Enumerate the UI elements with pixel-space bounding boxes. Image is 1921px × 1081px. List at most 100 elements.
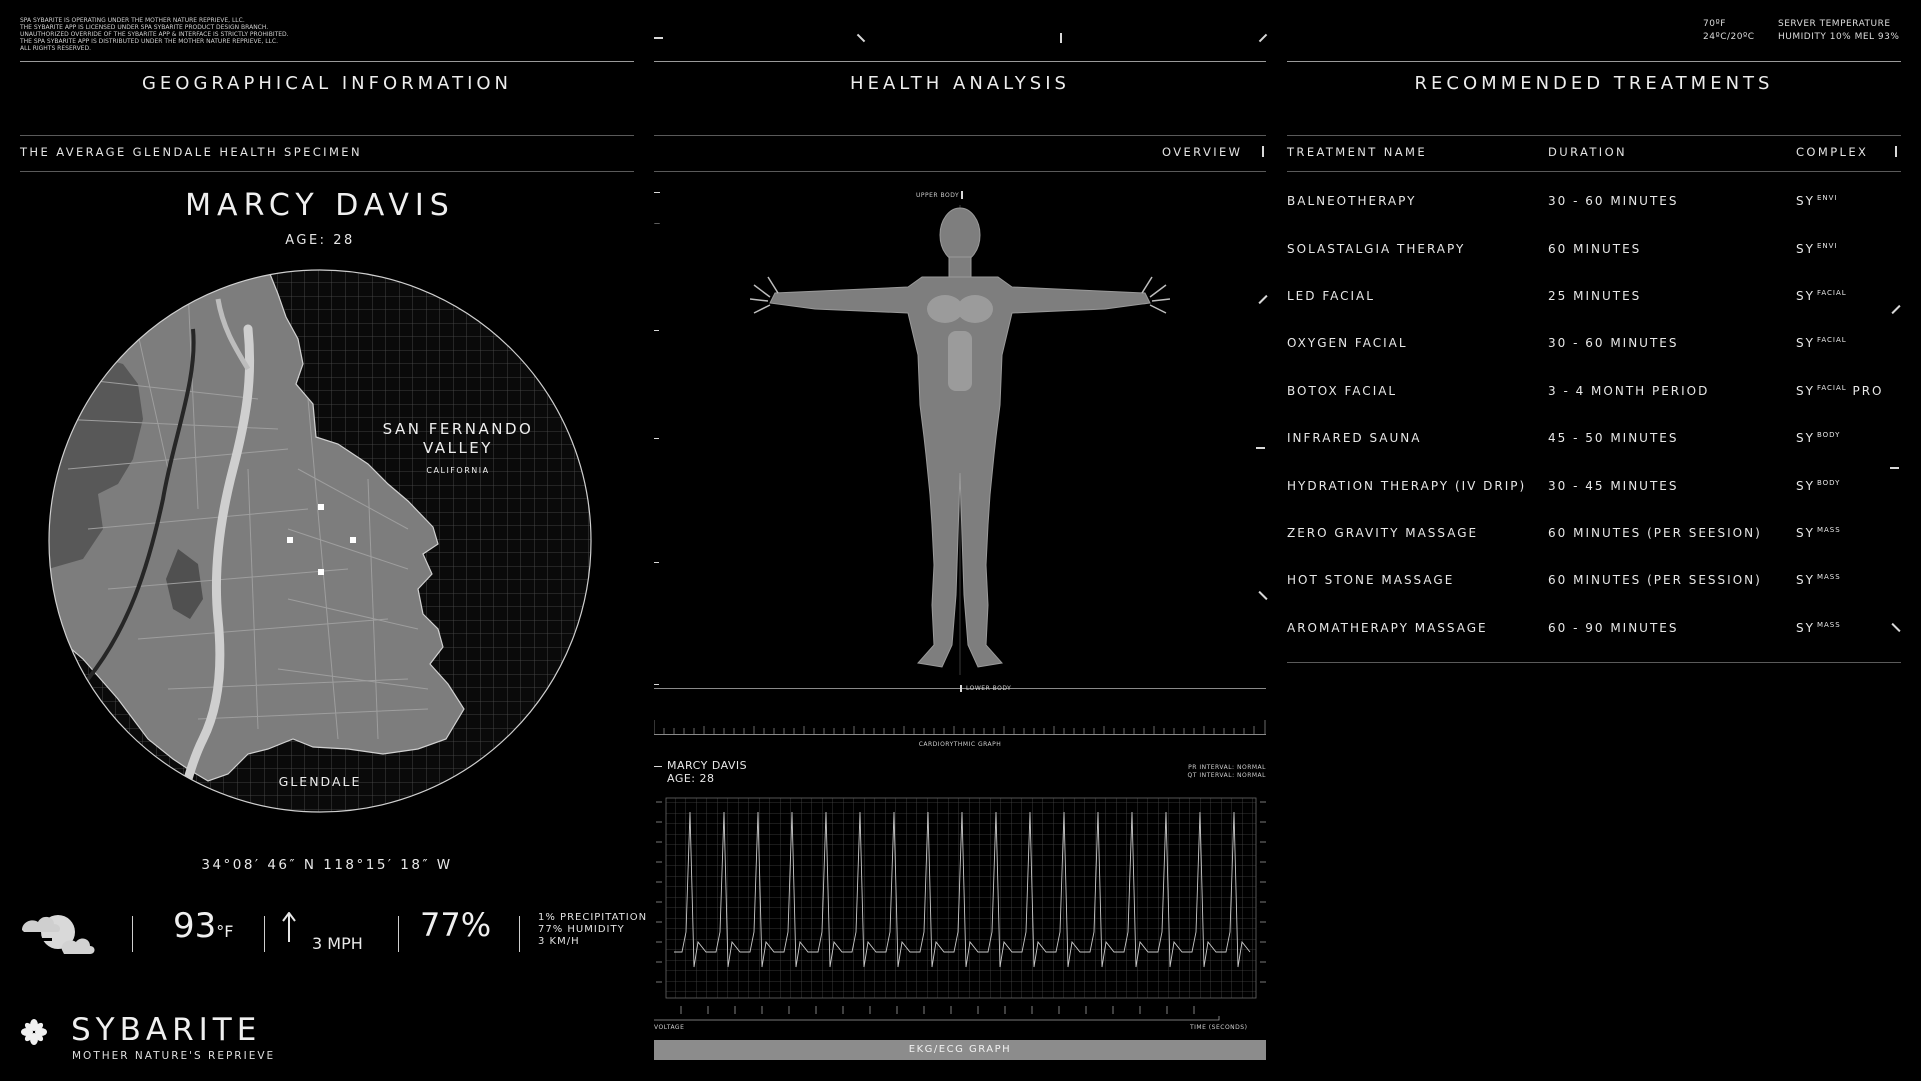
divider [1287, 61, 1901, 62]
treatment-duration: 60 MINUTES (PER SESSION) [1548, 573, 1762, 587]
divider [132, 916, 133, 952]
location-marker[interactable] [318, 569, 324, 575]
wind-arrow-icon [282, 912, 296, 942]
treatment-name: HOT STONE MASSAGE [1287, 573, 1455, 587]
divider [20, 135, 634, 136]
treatment-row[interactable]: AROMATHERAPY MASSAGE 60 - 90 MINUTES SY M… [1287, 621, 1907, 641]
side-tick [1258, 294, 1268, 305]
complex-sup: MASS [1816, 526, 1841, 534]
treatment-name: LED FACIAL [1287, 289, 1375, 303]
region-state: CALIFORNIA [426, 466, 490, 475]
treatment-row[interactable]: ZERO GRAVITY MASSAGE 60 MINUTES (PER SEE… [1287, 526, 1907, 546]
temperature-number: 93 [173, 906, 217, 946]
complex-sup: ENVI [1816, 194, 1838, 202]
complex-sup: FACIAL [1816, 384, 1847, 392]
server-status: SERVER TEMPERATURE HUMIDITY 10% MEL 93% [1778, 18, 1899, 44]
complex-sup: BODY [1816, 431, 1841, 439]
complex-code: SY [1796, 384, 1815, 398]
label-tick [961, 191, 963, 199]
label-tick [654, 766, 662, 767]
treatment-row[interactable]: BOTOX FACIAL 3 - 4 MONTH PERIOD SY FACIAL… [1287, 384, 1907, 404]
treatment-complex: SY FACIAL PRO [1796, 384, 1884, 398]
location-marker[interactable] [318, 504, 324, 510]
city-label: GLENDALE [278, 774, 362, 789]
treatment-complex: SY BODY [1796, 479, 1840, 493]
treatment-row[interactable]: OXYGEN FACIAL 30 - 60 MINUTES SY FACIAL [1287, 336, 1907, 356]
ruler-tick [654, 438, 659, 439]
ruler-tick [654, 192, 660, 193]
sybarite-logo-icon [21, 1019, 47, 1045]
location-marker[interactable] [350, 537, 356, 543]
treatment-complex: SY MASS [1796, 526, 1841, 540]
treatment-name: OXYGEN FACIAL [1287, 336, 1408, 350]
server-temp-c: 24ºC/20ºC [1703, 32, 1755, 42]
brand-name: SYBARITE [71, 1012, 262, 1048]
treatment-name: SOLASTALGIA THERAPY [1287, 242, 1466, 256]
partly-cloudy-icon [22, 915, 95, 954]
treatment-complex: SY MASS [1796, 573, 1841, 587]
body-figure[interactable] [750, 205, 1170, 675]
legal-notice: SPA SYBARITE IS OPERATING UNDER THE MOTH… [20, 17, 360, 52]
complex-code: SY [1796, 289, 1815, 303]
upper-body-label: UPPER BODY [916, 192, 960, 199]
treatment-row[interactable]: HYDRATION THERAPY (IV DRIP) 30 - 45 MINU… [1287, 479, 1907, 499]
location-marker[interactable] [287, 537, 293, 543]
wind-kmh: 3 KM/H [538, 936, 580, 947]
coordinates: 34°08′ 46″ N 118°15′ 18″ W [201, 857, 453, 873]
divider [654, 61, 1266, 62]
treatment-complex: SY FACIAL [1796, 336, 1847, 350]
side-tick [1890, 467, 1899, 469]
header-tick [1258, 33, 1268, 43]
ecg-patient-name: MARCY DAVIS [667, 759, 748, 772]
complex-code: SY [1796, 242, 1815, 256]
section-title-treatments: RECOMMENDED TREATMENTS [1414, 73, 1774, 94]
humidity-detail: 77% HUMIDITY [538, 924, 625, 935]
precipitation: 1% PRECIPITATION [538, 912, 648, 923]
geo-subtitle: THE AVERAGE GLENDALE HEALTH SPECIMEN [20, 145, 362, 159]
treatment-name: BALNEOTHERAPY [1287, 194, 1417, 208]
complex-tick [1895, 146, 1897, 157]
divider [1287, 135, 1901, 136]
side-tick [1258, 590, 1268, 601]
region-label: SAN FERNANDO VALLEY CALIFORNIA [360, 420, 556, 480]
treatment-duration: 30 - 60 MINUTES [1548, 336, 1679, 350]
ecg-x-label-left: VOLTAGE [654, 1024, 685, 1031]
divider [1287, 171, 1901, 172]
treatment-row[interactable]: SOLASTALGIA THERAPY 60 MINUTES SY ENVI [1287, 242, 1907, 262]
complex-code: SY [1796, 479, 1815, 493]
side-tick [1256, 447, 1265, 449]
region-map[interactable] [48, 269, 592, 813]
treatment-row[interactable]: INFRARED SAUNA 45 - 50 MINUTES SY BODY [1287, 431, 1907, 451]
legal-line: THE SPA SYBARITE APP IS DISTRIBUTED UNDE… [20, 38, 278, 45]
ruler-tick [654, 684, 659, 685]
treatment-complex: SY ENVI [1796, 242, 1837, 256]
treatment-row[interactable]: HOT STONE MASSAGE 60 MINUTES (PER SESSIO… [1287, 573, 1907, 593]
complex-code: SY [1796, 431, 1815, 445]
treatment-row[interactable]: BALNEOTHERAPY 30 - 60 MINUTES SY ENVI [1287, 194, 1907, 214]
label-tick [960, 685, 962, 692]
treatment-header-complex: COMPLEX [1796, 145, 1869, 159]
wind-speed: 3 MPH [312, 934, 363, 953]
ekg-graph[interactable] [654, 792, 1266, 1028]
complex-sup: BODY [1816, 479, 1841, 487]
treatment-complex: SY ENVI [1796, 194, 1837, 208]
treatment-duration: 60 MINUTES (PER SEESION) [1548, 526, 1762, 540]
treatment-name: INFRARED SAUNA [1287, 431, 1422, 445]
qt-interval: QT INTERVAL: NORMAL [1187, 772, 1266, 779]
region-name: SAN FERNANDO [382, 420, 534, 438]
treatment-name: ZERO GRAVITY MASSAGE [1287, 526, 1479, 540]
ruler-tick [654, 330, 659, 331]
divider [398, 916, 399, 952]
server-temp-label: SERVER TEMPERATURE [1778, 19, 1891, 29]
pr-interval: PR INTERVAL: NORMAL [1188, 764, 1266, 771]
ekg-ecg-graph-button[interactable]: EKG/ECG GRAPH [654, 1040, 1266, 1060]
complex-sup: FACIAL [1816, 336, 1847, 344]
treatment-name: BOTOX FACIAL [1287, 384, 1398, 398]
treatment-header-name: TREATMENT NAME [1287, 145, 1428, 159]
section-title-geo: GEOGRAPHICAL INFORMATION [141, 73, 513, 94]
overview-tab[interactable]: OVERVIEW [1162, 145, 1242, 159]
treatment-row[interactable]: LED FACIAL 25 MINUTES SY FACIAL [1287, 289, 1907, 309]
complex-sup: MASS [1816, 621, 1841, 629]
divider [654, 171, 1266, 172]
complex-code: SY [1796, 194, 1815, 208]
